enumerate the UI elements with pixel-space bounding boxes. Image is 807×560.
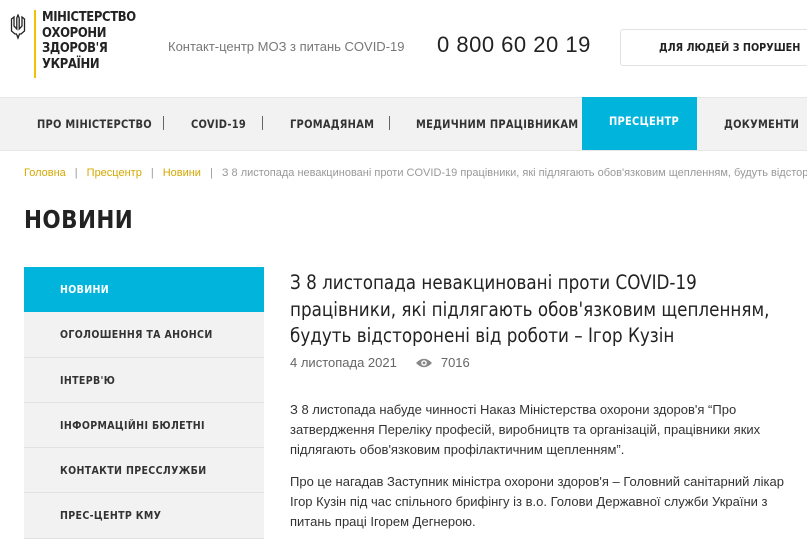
sidebar-item-announcements[interactable]: ОГОЛОШЕННЯ ТА АНОНСИ — [24, 312, 264, 358]
page-title: НОВИНИ — [24, 205, 134, 234]
breadcrumb-news[interactable]: Новини — [163, 167, 201, 179]
contact-center-label: Контакт-центр МОЗ з питань COVID-19 — [168, 39, 405, 54]
breadcrumb-separator: | — [209, 167, 213, 179]
logo-line: ОХОРОНИ — [42, 24, 107, 41]
sidebar-item-label: ІНФОРМАЦІЙНІ БЮЛЕТНІ — [60, 418, 205, 432]
news-article: З 8 листопада невакциновані проти COVID-… — [290, 270, 807, 529]
sidebar-item-label: ОГОЛОШЕННЯ ТА АНОНСИ — [60, 328, 213, 342]
breadcrumb-separator: | — [150, 167, 154, 179]
breadcrumb: Головна | Пресцентр | Новини | З 8 листо… — [24, 167, 807, 179]
article-views: 7016 — [440, 355, 470, 370]
trident-icon — [10, 14, 26, 40]
site-header: МІНІСТЕРСТВО ОХОРОНИ ЗДОРОВ'Я УКРАЇНИ Ко… — [0, 0, 807, 97]
sidebar-menu: НОВИНИ ОГОЛОШЕННЯ ТА АНОНСИ ІНТЕРВ'Ю ІНФ… — [24, 267, 264, 539]
logo-text: МІНІСТЕРСТВО ОХОРОНИ ЗДОРОВ'Я УКРАЇНИ — [42, 9, 136, 72]
nav-item-press-center[interactable]: ПРЕСЦЕНТР — [582, 97, 697, 150]
nav-item-about[interactable]: ПРО МІНІСТЕРСТВО — [37, 98, 152, 150]
logo-line: МІНІСТЕРСТВО — [42, 9, 136, 25]
sidebar-item-interviews[interactable]: ІНТЕРВ'Ю — [24, 357, 264, 403]
sidebar-item-label: ІНТЕРВ'Ю — [60, 373, 116, 387]
breadcrumb-press-center[interactable]: Пресцентр — [87, 167, 142, 179]
nav-item-citizens[interactable]: ГРОМАДЯНАМ — [290, 98, 374, 150]
article-paragraph: З 8 листопада набуде чинності Наказ Міні… — [290, 402, 761, 457]
article-date: 4 листопада 2021 — [290, 355, 397, 370]
breadcrumb-current: З 8 листопада невакциновані проти COVID-… — [221, 167, 807, 179]
logo-line: ЗДОРОВ'Я — [42, 40, 108, 56]
nav-item-covid[interactable]: COVID-19 — [191, 98, 246, 150]
article-meta: 4 листопада 2021 7016 — [290, 355, 470, 370]
nav-separator — [163, 116, 164, 130]
breadcrumb-home[interactable]: Головна — [24, 167, 66, 179]
sidebar-item-cabinet-press-center[interactable]: ПРЕС-ЦЕНТР КМУ — [24, 493, 264, 539]
logo-accent-bar — [34, 10, 36, 78]
accessibility-button[interactable]: ДЛЯ ЛЮДЕЙ З ПОРУШЕН — [620, 29, 807, 66]
accessibility-label: ДЛЯ ЛЮДЕЙ З ПОРУШЕН — [659, 41, 801, 54]
article-title: З 8 листопада невакциновані проти COVID-… — [290, 271, 770, 347]
sidebar-item-label: ПРЕС-ЦЕНТР КМУ — [60, 509, 162, 523]
nav-separator — [389, 116, 390, 130]
breadcrumb-separator: | — [74, 167, 78, 179]
eye-icon — [415, 358, 432, 367]
nav-item-medical-workers[interactable]: МЕДИЧНИМ ПРАЦІВНИКАМ — [416, 98, 578, 150]
ministry-logo[interactable]: МІНІСТЕРСТВО ОХОРОНИ ЗДОРОВ'Я УКРАЇНИ — [10, 9, 151, 78]
contact-phone-link[interactable]: 0 800 60 20 19 — [437, 32, 591, 58]
sidebar-item-news[interactable]: НОВИНИ — [24, 267, 264, 313]
sidebar-item-label: НОВИНИ — [60, 283, 109, 296]
article-body: З 8 листопада набуде чинності Наказ Міні… — [290, 400, 807, 544]
logo-line: УКРАЇНИ — [42, 55, 100, 72]
sidebar-item-press-contacts[interactable]: КОНТАКТИ ПРЕССЛУЖБИ — [24, 448, 264, 494]
nav-separator — [262, 116, 263, 130]
sidebar-item-label: КОНТАКТИ ПРЕССЛУЖБИ — [60, 464, 207, 478]
nav-item-documents[interactable]: ДОКУМЕНТИ — [724, 98, 799, 150]
sidebar-item-bulletins[interactable]: ІНФОРМАЦІЙНІ БЮЛЕТНІ — [24, 402, 264, 449]
nav-item-label: ПРЕСЦЕНТР — [609, 114, 680, 128]
main-nav: ПРО МІНІСТЕРСТВО COVID-19 ГРОМАДЯНАМ МЕД… — [0, 97, 807, 151]
article-paragraph: Про це нагадав Заступник міністра охорон… — [290, 474, 784, 529]
